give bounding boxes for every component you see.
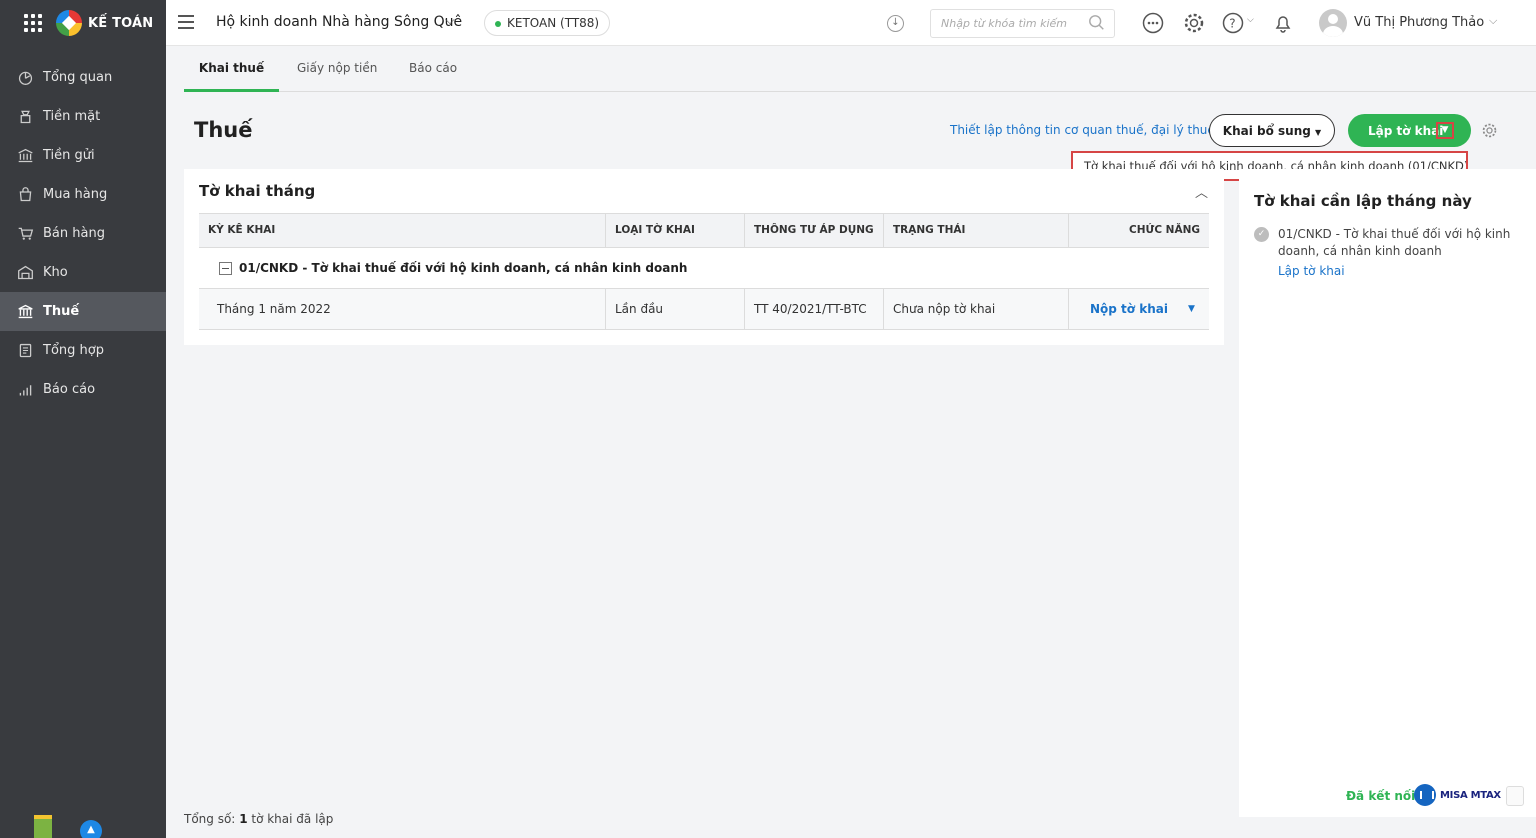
cell-circular: TT 40/2021/TT-BTC: [745, 289, 884, 329]
sidebar-nav: Tổng quan Tiền mặt Tiền gửi Mua hàng Bán…: [0, 58, 166, 409]
app-name: KẾ TOÁN: [88, 15, 154, 31]
sidebar-item-label: Bán hàng: [43, 226, 105, 241]
check-icon: ✓: [1254, 227, 1269, 242]
chevron-down-icon[interactable]: ⌵: [445, 13, 455, 28]
chevron-down-icon[interactable]: ⌵: [1489, 14, 1497, 28]
bank-icon: [18, 148, 33, 163]
sidebar-item-bao-cao[interactable]: Báo cáo: [0, 370, 166, 409]
cell-period: Tháng 1 năm 2022: [199, 289, 606, 329]
col-type: LOẠI TỜ KHAI: [606, 214, 745, 247]
submit-declaration-link[interactable]: Nộp tờ khai: [1090, 302, 1168, 316]
right-panel: Tờ khai cần lập tháng này ✓ 01/CNKD - Tờ…: [1239, 169, 1536, 817]
connected-status: Đã kết nối: [1346, 789, 1416, 803]
total-count: Tổng số: 1 tờ khai đã lập: [184, 812, 333, 826]
search-icon[interactable]: [1088, 14, 1106, 32]
gift-icon[interactable]: [34, 815, 52, 838]
chevron-down-icon[interactable]: ⌵: [1247, 15, 1254, 25]
status-dot: [495, 20, 501, 27]
cell-type: Lần đầu: [606, 289, 745, 329]
sidebar-item-label: Tiền mặt: [43, 109, 101, 124]
sidebar-item-label: Kho: [43, 265, 68, 280]
group-label: 01/CNKD - Tờ khai thuế đối với hộ kinh d…: [239, 261, 688, 275]
report-icon: [19, 385, 32, 396]
download-icon[interactable]: ↓: [887, 15, 904, 32]
more-icon[interactable]: [1142, 12, 1164, 34]
sidebar-item-kho[interactable]: Kho: [0, 253, 166, 292]
dashboard-icon: [18, 71, 33, 85]
declarations-table: KỲ KÊ KHAI LOẠI TỜ KHAI THÔNG TƯ ÁP DỤNG…: [199, 213, 1209, 330]
tab-bao-cao[interactable]: Báo cáo: [409, 46, 457, 92]
ledger-icon: [19, 343, 32, 358]
cart-icon: [18, 227, 34, 240]
user-name[interactable]: Vũ Thị Phương Thảo: [1354, 15, 1484, 30]
right-panel-title: Tờ khai cần lập tháng này: [1254, 192, 1472, 210]
gear-icon[interactable]: [1183, 12, 1205, 34]
create-declaration-link[interactable]: Lập tờ khai: [1278, 264, 1345, 278]
brand: KẾ TOÁN: [0, 0, 166, 46]
mtax-logo-text: MISA MTAX: [1440, 790, 1501, 801]
avatar[interactable]: [1319, 9, 1347, 37]
tab-bar: Khai thuế Giấy nộp tiền Báo cáo: [184, 46, 1536, 92]
misa-logo: [56, 10, 82, 36]
chevron-up-icon[interactable]: ︿: [1195, 182, 1208, 201]
caret-down-icon[interactable]: ▼: [1188, 304, 1195, 314]
supplement-button[interactable]: Khai bổ sung ▼: [1209, 114, 1335, 147]
sidebar-item-label: Tổng hợp: [43, 343, 104, 358]
total-label: Tổng số:: [184, 812, 236, 826]
cash-icon: [20, 110, 31, 124]
help-icon[interactable]: ?: [1222, 12, 1244, 34]
purchase-icon: [19, 187, 32, 202]
col-actions: CHỨC NĂNG: [1129, 224, 1200, 236]
sidebar: KẾ TOÁN Tổng quan Tiền mặt Tiền gửi Mua …: [0, 0, 166, 838]
sidebar-item-tien-gui[interactable]: Tiền gửi: [0, 136, 166, 175]
panel-toggle-button[interactable]: [1506, 786, 1524, 806]
create-button-label: Lập tờ khai: [1368, 123, 1444, 138]
mtax-logo: [1414, 784, 1436, 806]
caret-down-icon: ▼: [1315, 127, 1322, 137]
sidebar-item-tong-quan[interactable]: Tổng quan: [0, 58, 166, 97]
database-name: KETOAN (TT88): [507, 16, 600, 30]
pending-declaration-text: 01/CNKD - Tờ khai thuế đối với hộ kinh d…: [1278, 227, 1511, 258]
supplement-button-label: Khai bổ sung: [1222, 123, 1311, 138]
create-dropdown-caret-icon[interactable]: ▼: [1436, 122, 1454, 139]
sidebar-item-tong-hop[interactable]: Tổng hợp: [0, 331, 166, 370]
company-name[interactable]: Hộ kinh doanh Nhà hàng Sông Quê: [216, 14, 462, 30]
setup-tax-authority-link[interactable]: Thiết lập thông tin cơ quan thuế, đại lý…: [950, 123, 1215, 137]
sidebar-item-thue[interactable]: Thuế: [0, 292, 166, 331]
warehouse-icon: [18, 265, 33, 280]
col-period: KỲ KÊ KHAI: [199, 214, 606, 247]
sidebar-item-label: Tiền gửi: [43, 148, 95, 163]
total-number: 1: [239, 812, 248, 826]
settings-icon[interactable]: [1481, 122, 1498, 139]
sidebar-item-tien-mat[interactable]: Tiền mặt: [0, 97, 166, 136]
menu-icon[interactable]: [178, 15, 194, 29]
group-row[interactable]: 01/CNKD - Tờ khai thuế đối với hộ kinh d…: [199, 248, 1209, 289]
col-status: TRẠNG THÁI: [884, 214, 1069, 247]
monthly-declarations-card: Tờ khai tháng ︿ KỲ KÊ KHAI LOẠI TỜ KHAI …: [184, 169, 1224, 345]
tab-khai-thue[interactable]: Khai thuế: [184, 46, 279, 92]
apps-grid-icon[interactable]: [24, 14, 42, 32]
sidebar-item-mua-hang[interactable]: Mua hàng: [0, 175, 166, 214]
sidebar-item-label: Mua hàng: [43, 187, 108, 202]
database-badge[interactable]: KETOAN (TT88): [484, 10, 611, 36]
table-row[interactable]: Tháng 1 năm 2022 Lần đầu TT 40/2021/TT-B…: [199, 289, 1209, 330]
chevron-up-icon[interactable]: ▲: [80, 820, 102, 838]
col-circular: THÔNG TƯ ÁP DỤNG: [745, 214, 884, 247]
card-title: Tờ khai tháng: [199, 182, 316, 200]
tab-giay-nop-tien[interactable]: Giấy nộp tiền: [297, 46, 377, 92]
cell-actions: Nộp tờ khai ▼: [1069, 289, 1209, 329]
collapse-icon[interactable]: [219, 261, 232, 275]
total-suffix: tờ khai đã lập: [251, 812, 334, 826]
cell-status: Chưa nộp tờ khai: [884, 289, 1069, 329]
bell-icon[interactable]: [1272, 12, 1294, 34]
sidebar-item-label: Tổng quan: [43, 70, 113, 85]
sidebar-item-label: Báo cáo: [43, 382, 96, 397]
sidebar-item-label: Thuế: [43, 304, 80, 319]
svg-text:?: ?: [1229, 17, 1235, 31]
topbar: Hộ kinh doanh Nhà hàng Sông Quê ⌵ KETOAN…: [166, 0, 1536, 46]
table-header: KỲ KÊ KHAI LOẠI TỜ KHAI THÔNG TƯ ÁP DỤNG…: [199, 213, 1209, 248]
sidebar-item-ban-hang[interactable]: Bán hàng: [0, 214, 166, 253]
tax-icon: [18, 304, 33, 319]
page-title: Thuế: [194, 118, 253, 142]
